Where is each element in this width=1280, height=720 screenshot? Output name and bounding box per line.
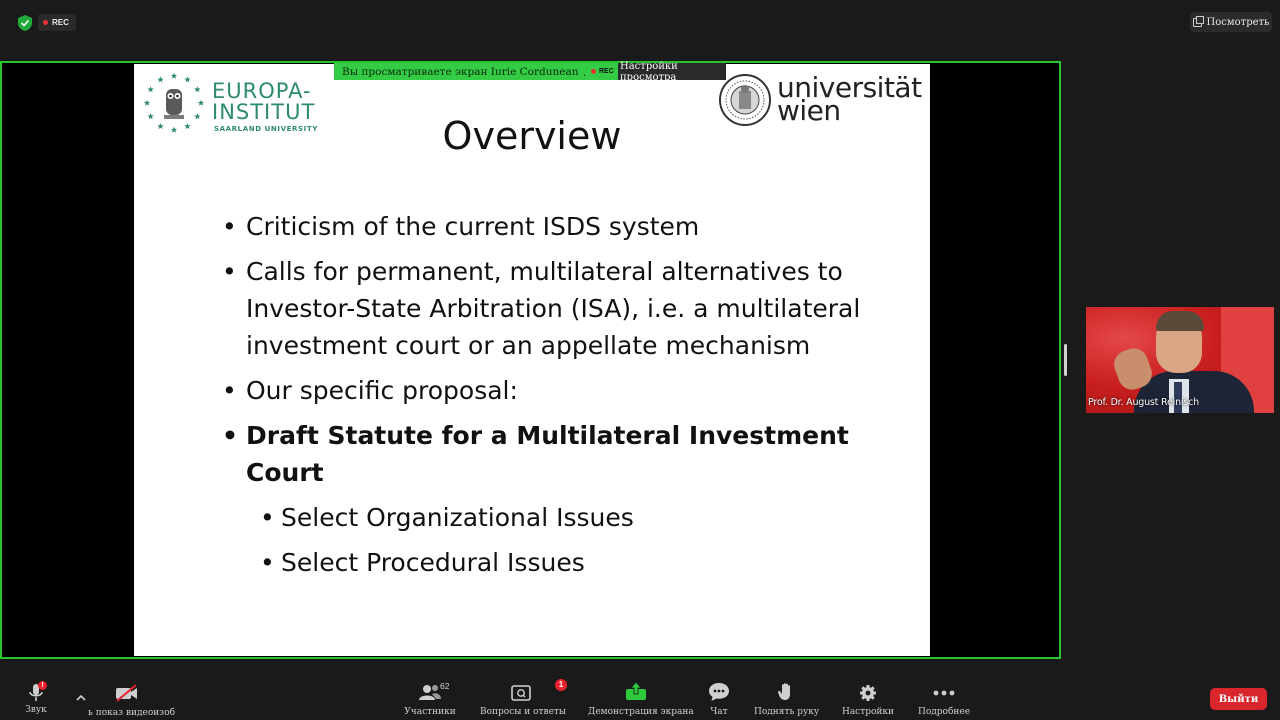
view-settings-menu[interactable]: Настройки просмотра	[618, 60, 726, 83]
raise-hand-icon	[777, 683, 790, 700]
participants-button[interactable]: 62 Участники	[400, 679, 460, 720]
banner-recording-label: REC	[599, 68, 614, 75]
presentation-slide: EUROPA- INSTITUT SAARLAND UNIVERSITY uni…	[134, 64, 930, 656]
view-settings-label: Настройки просмотра	[620, 60, 678, 83]
bullet-text: Select Organizational Issues	[281, 503, 634, 532]
bullet-glyph: •	[222, 257, 237, 286]
more-label: Подробнее	[917, 707, 971, 717]
share-screen-icon	[626, 681, 646, 700]
bullet-glyph: •	[260, 503, 275, 532]
speaker-hair	[1156, 311, 1204, 331]
top-bar: REC Посмотреть	[0, 0, 1280, 46]
sub-bullet-item: • Select Procedural Issues	[222, 544, 912, 581]
bullet-glyph: •	[222, 212, 237, 241]
gear-icon	[860, 685, 876, 701]
leave-meeting-label: Выйти	[1218, 693, 1259, 705]
bullet-glyph: •	[222, 376, 237, 405]
bullet-text: Calls for permanent, multilateral altern…	[246, 257, 861, 360]
logo-left-line1: EUROPA-	[212, 79, 312, 103]
star-icon	[157, 76, 164, 83]
chat-button[interactable]: Чат	[700, 679, 738, 720]
sharing-banner: Вы просматриваете экран Iurie Cordunean	[334, 63, 626, 80]
bullet-item: • Calls for permanent, multilateral alter…	[222, 253, 912, 364]
star-icon	[147, 86, 154, 93]
recording-dot-icon	[43, 20, 48, 25]
view-options-label: Посмотреть	[1206, 16, 1270, 28]
bullet-text: Draft Statute for a Multilateral Investm…	[246, 421, 849, 487]
view-options-button[interactable]: Посмотреть	[1190, 12, 1272, 32]
settings-button[interactable]: Настройки	[840, 679, 896, 720]
star-icon	[194, 86, 201, 93]
video-button[interactable]: ь показ видеоизоб	[88, 679, 176, 720]
bullet-glyph: •	[222, 421, 238, 450]
participants-count: 62	[440, 681, 450, 691]
recording-indicator[interactable]: REC	[38, 14, 76, 31]
participant-name-label: Prof. Dr. August Reinisch	[1088, 397, 1199, 408]
bullet-text: Our specific proposal:	[246, 376, 518, 405]
audio-label: Звук	[25, 705, 47, 715]
star-icon	[184, 76, 191, 83]
qa-notification-badge: 1	[555, 679, 567, 691]
recording-label: REC	[52, 18, 69, 27]
view-icon	[1192, 15, 1204, 27]
meeting-toolbar: ! Звук ь показ видеоизоб 62 Участники 1 …	[0, 679, 1280, 720]
resize-handle[interactable]	[1064, 344, 1067, 376]
more-dots-icon	[933, 690, 955, 696]
shield-icon[interactable]	[16, 14, 34, 32]
audio-button[interactable]: ! Звук	[18, 679, 54, 720]
participants-icon	[419, 685, 441, 700]
bullet-glyph: •	[260, 548, 275, 577]
qa-label: Вопросы и ответы	[480, 707, 567, 717]
bullet-text: Criticism of the current ISDS system	[246, 212, 700, 241]
star-icon	[143, 99, 151, 106]
bullet-list: • Criticism of the current ISDS system • Ca…	[222, 208, 912, 589]
audio-alert-badge: !	[38, 681, 47, 690]
slide-title: Overview	[442, 114, 622, 158]
sub-bullet-item: • Select Organizational Issues	[222, 499, 912, 536]
more-button[interactable]: Подробнее	[914, 679, 974, 720]
qa-icon	[511, 685, 531, 701]
chevron-up-icon	[76, 694, 86, 701]
raise-hand-label: Поднять руку	[754, 707, 820, 717]
video-off-icon	[116, 684, 137, 702]
bullet-item: • Our specific proposal:	[222, 372, 912, 409]
star-icon	[197, 99, 205, 106]
chat-icon	[709, 683, 729, 701]
share-screen-label: Демонстрация экрана	[588, 707, 694, 717]
raise-hand-button[interactable]: Поднять руку	[754, 679, 820, 720]
bullet-text: Select Procedural Issues	[281, 548, 585, 577]
bullet-item: • Draft Statute for a Multilateral Invest…	[222, 417, 912, 491]
sharing-banner-text: Вы просматриваете экран Iurie Cordunean	[342, 65, 579, 78]
participants-label: Участники	[404, 707, 456, 717]
leave-meeting-button[interactable]: Выйти	[1210, 688, 1267, 710]
share-screen-button[interactable]: Демонстрация экрана	[588, 679, 694, 720]
banner-recording-dot-icon	[591, 69, 596, 74]
video-label: ь показ видеоизоб	[88, 708, 176, 718]
chat-label: Чат	[710, 707, 728, 717]
star-icon	[170, 72, 178, 79]
bullet-item: • Criticism of the current ISDS system	[222, 208, 912, 245]
settings-label: Настройки	[841, 707, 895, 717]
qa-button[interactable]: 1 Вопросы и ответы	[480, 679, 567, 720]
shared-screen: EUROPA- INSTITUT SAARLAND UNIVERSITY uni…	[0, 61, 1061, 659]
